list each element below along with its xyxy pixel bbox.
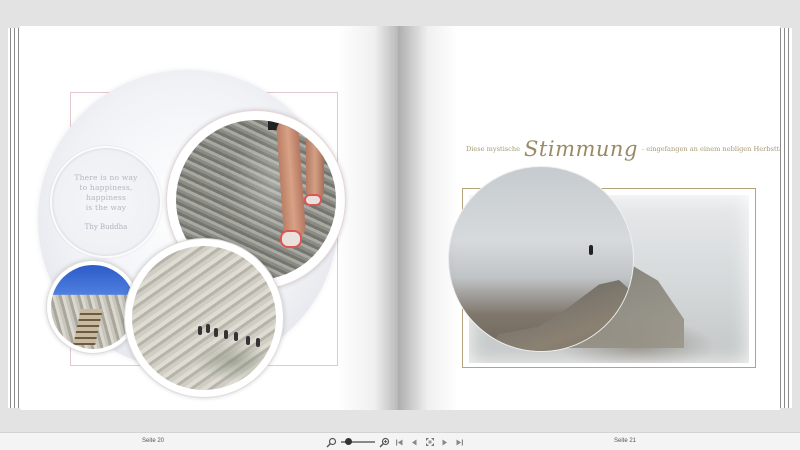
viewer-statusbar: Seite 20 Seite 21 (0, 432, 800, 450)
quote-circle[interactable]: There is no way to happiness, happiness … (50, 146, 162, 258)
viewer-controls (326, 435, 465, 449)
photo-detail-hikers (194, 320, 274, 350)
zoom-slider-thumb[interactable] (345, 438, 353, 445)
fog-photo-circle[interactable] (448, 166, 634, 352)
heading-suffix: - eingefangen an einem nebligen Herbstta… (641, 145, 780, 153)
right-page[interactable]: Diese mystische Stimmung - eingefangen a… (398, 26, 780, 410)
photo-detail-sandal (304, 194, 322, 206)
zoom-in-icon[interactable] (379, 437, 390, 448)
quote-line: to happiness, (79, 183, 133, 192)
heading-word: Stimmung (524, 137, 638, 161)
first-page-icon[interactable] (394, 437, 405, 448)
photo-hikers-on-rocks[interactable] (132, 246, 276, 390)
photobook-spread: There is no way to happiness, happiness … (8, 26, 792, 410)
zoom-out-icon[interactable] (326, 437, 337, 448)
photo-detail-stairs (73, 309, 103, 345)
last-page-icon[interactable] (454, 437, 465, 448)
photo-detail-person (589, 245, 593, 255)
quote-line: There is no way (74, 173, 138, 182)
photobook-viewer: There is no way to happiness, happiness … (0, 0, 800, 450)
quote-line: is the way (85, 203, 127, 212)
photo-detail-leg (306, 120, 324, 200)
left-page[interactable]: There is no way to happiness, happiness … (20, 26, 406, 410)
page-heading: Diese mystische Stimmung - eingefangen a… (466, 134, 780, 164)
next-page-icon[interactable] (439, 437, 450, 448)
heading-prefix: Diese mystische (466, 145, 521, 153)
photo-cliff-stairs[interactable] (51, 265, 135, 349)
right-page-edges (778, 28, 792, 408)
right-page-number: Seite 21 (614, 438, 637, 444)
fit-to-window-icon[interactable] (424, 437, 435, 448)
zoom-slider[interactable] (341, 437, 375, 447)
photo-detail-leg (275, 120, 307, 239)
left-page-number: Seite 20 (142, 438, 165, 444)
quote-author: Thy Buddha (84, 223, 128, 231)
photo-detail-ridge (479, 280, 633, 351)
quote-line: happiness (85, 193, 127, 202)
photo-detail-sandal (280, 230, 302, 248)
previous-page-icon[interactable] (409, 437, 420, 448)
